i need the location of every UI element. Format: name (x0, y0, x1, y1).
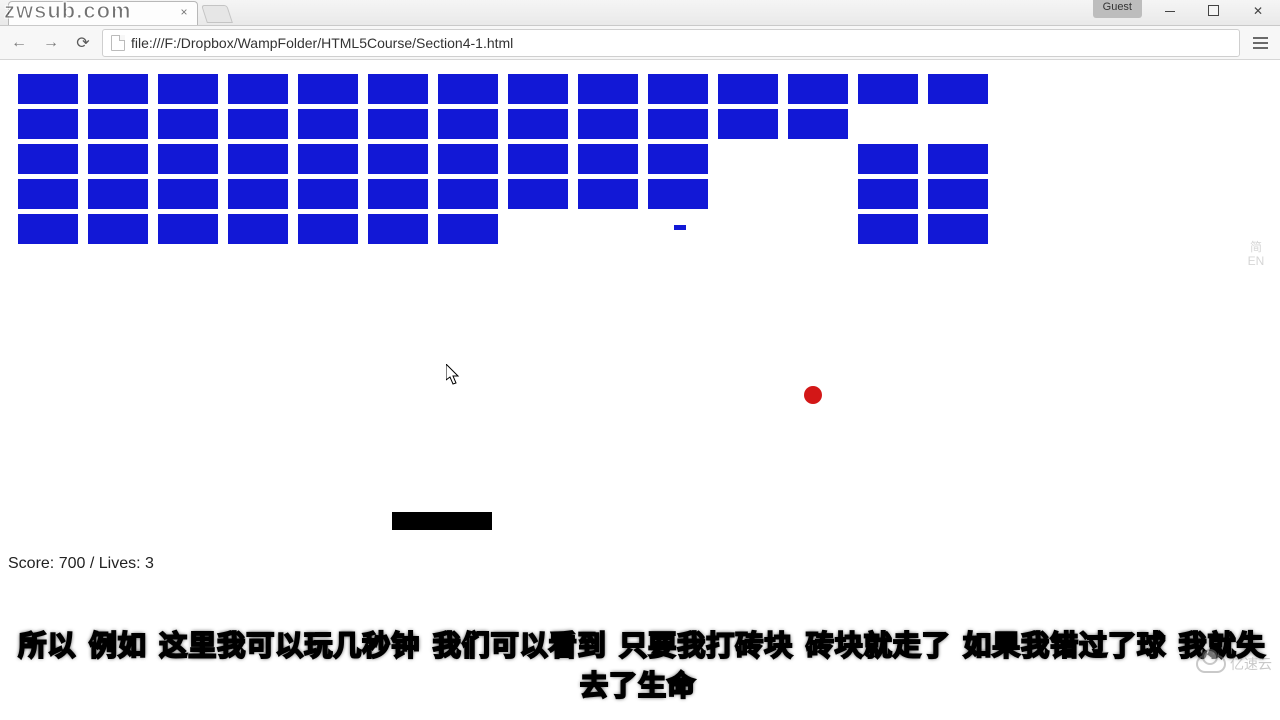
game-ball (804, 386, 822, 404)
game-brick (858, 74, 918, 104)
game-brick (648, 74, 708, 104)
subtitle-segment: 只要我打砖块 (615, 630, 797, 661)
game-brick (508, 144, 568, 174)
game-brick (158, 214, 218, 244)
guest-badge[interactable]: Guest (1093, 0, 1142, 18)
game-brick (158, 144, 218, 174)
page-viewport: Score: 700 / Lives: 3 所以 例如 这里我可以玩几秒钟 我们… (0, 60, 1280, 720)
game-brick (228, 74, 288, 104)
game-brick (298, 179, 358, 209)
game-brick (928, 214, 988, 244)
browser-toolbar: ← → ⟳ (0, 26, 1280, 60)
game-brick (88, 144, 148, 174)
game-brick (648, 109, 708, 139)
hamburger-menu-button[interactable] (1246, 30, 1274, 56)
address-bar[interactable] (102, 29, 1240, 57)
browser-tabstrip: × Guest ✕ (0, 0, 1280, 26)
game-brick (438, 109, 498, 139)
reload-button[interactable]: ⟳ (70, 30, 96, 56)
back-button[interactable]: ← (6, 30, 32, 56)
game-brick (578, 109, 638, 139)
game-brick (18, 179, 78, 209)
game-brick (508, 74, 568, 104)
watermark-text: 亿速云 (1230, 654, 1272, 674)
game-brick (858, 179, 918, 209)
lives-value: 3 (145, 555, 154, 572)
hud-separator: / (85, 555, 98, 572)
watermark-bottom-right: 亿速云 (1196, 654, 1272, 674)
game-brick (508, 179, 568, 209)
game-brick (648, 179, 708, 209)
game-brick (928, 144, 988, 174)
game-brick (18, 109, 78, 139)
game-brick (438, 179, 498, 209)
game-brick (158, 74, 218, 104)
game-brick (88, 179, 148, 209)
game-brick (928, 74, 988, 104)
window-minimize-button[interactable] (1148, 0, 1192, 22)
game-brick (18, 74, 78, 104)
subtitle-segment: 如果我错过了球 (959, 630, 1170, 661)
game-brick (228, 109, 288, 139)
score-label: Score: (8, 555, 59, 572)
game-brick (368, 214, 428, 244)
cloud-icon (1196, 655, 1226, 673)
game-hud: Score: 700 / Lives: 3 (8, 555, 154, 573)
window-restore-button[interactable] (1192, 0, 1236, 22)
game-brick (438, 74, 498, 104)
game-paddle[interactable] (392, 512, 492, 530)
game-brick (438, 144, 498, 174)
brick-fragment (674, 225, 686, 230)
game-brick (928, 179, 988, 209)
game-brick (18, 144, 78, 174)
game-brick (298, 109, 358, 139)
game-brick (578, 74, 638, 104)
game-brick (228, 144, 288, 174)
window-close-button[interactable]: ✕ (1236, 0, 1280, 22)
game-brick (578, 144, 638, 174)
subtitle-segment: 这里我可以玩几秒钟 (155, 630, 424, 661)
game-brick (718, 74, 778, 104)
game-brick (368, 109, 428, 139)
game-brick (438, 214, 498, 244)
game-canvas[interactable] (8, 68, 992, 538)
game-brick (88, 109, 148, 139)
game-brick (88, 214, 148, 244)
subtitle-segment: 所以 (14, 630, 80, 661)
subtitle-segment: 例如 (85, 630, 151, 661)
game-brick (18, 214, 78, 244)
file-icon (111, 35, 125, 51)
address-input[interactable] (131, 35, 1231, 51)
game-brick (368, 144, 428, 174)
score-value: 700 (59, 555, 86, 572)
game-brick (368, 179, 428, 209)
game-brick (368, 74, 428, 104)
video-subtitle: 所以 例如 这里我可以玩几秒钟 我们可以看到 只要我打砖块 砖块就走了 如果我错… (0, 624, 1280, 704)
game-brick (578, 179, 638, 209)
game-brick (298, 74, 358, 104)
game-brick (158, 179, 218, 209)
game-brick (228, 179, 288, 209)
game-brick (508, 109, 568, 139)
game-brick (88, 74, 148, 104)
game-brick (648, 144, 708, 174)
game-brick (788, 109, 848, 139)
game-brick (298, 214, 358, 244)
game-brick (158, 109, 218, 139)
game-brick (718, 109, 778, 139)
watermark-top-left: zwsub.com (4, 0, 132, 24)
game-brick (858, 214, 918, 244)
lives-label: Lives: (99, 555, 145, 572)
game-brick (298, 144, 358, 174)
watermark-lang: 简 EN (1242, 240, 1270, 268)
game-brick (228, 214, 288, 244)
game-brick (788, 74, 848, 104)
game-brick (858, 144, 918, 174)
subtitle-segment: 我们可以看到 (429, 630, 611, 661)
subtitle-segment: 砖块就走了 (802, 630, 955, 661)
close-icon[interactable]: × (177, 6, 191, 20)
forward-button[interactable]: → (38, 30, 64, 56)
new-tab-button[interactable] (201, 5, 233, 23)
